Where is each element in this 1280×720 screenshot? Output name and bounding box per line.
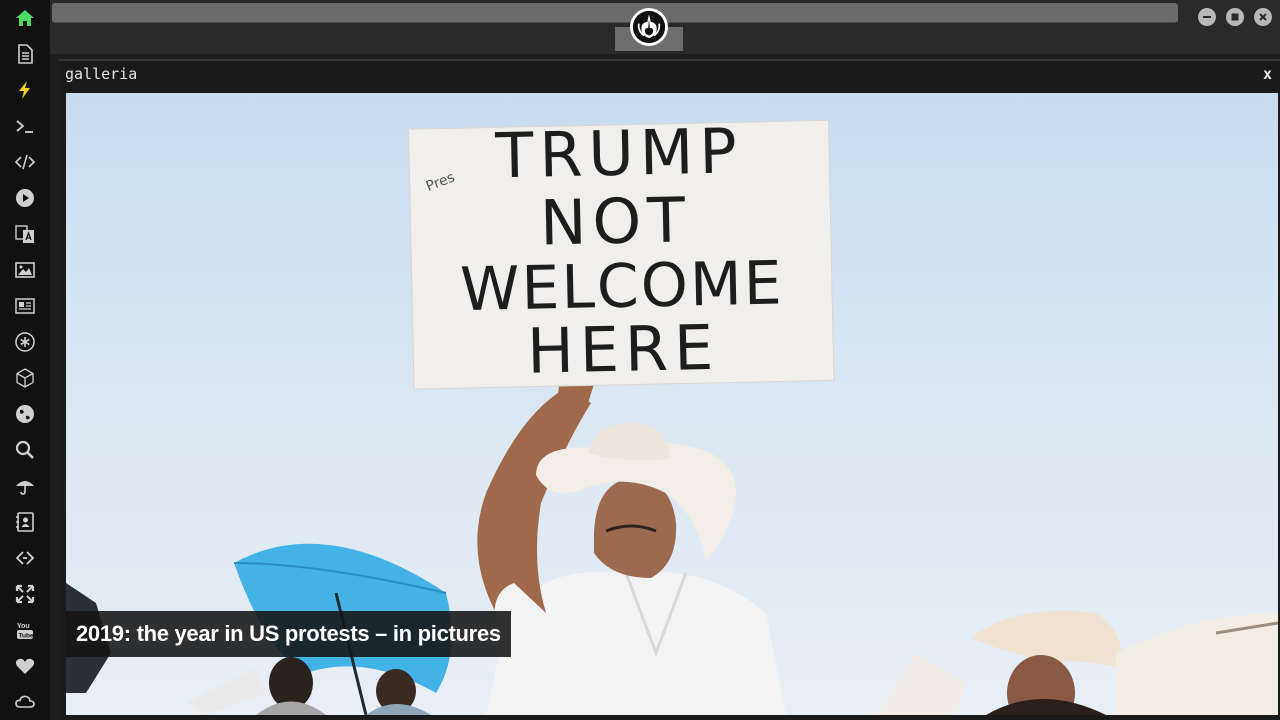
window-title: galleria [65, 65, 138, 83]
sidebar: You Tube [0, 0, 50, 720]
sign-line-4: HERE [526, 311, 720, 388]
expand-icon[interactable] [13, 582, 37, 606]
minimize-icon [1203, 16, 1211, 18]
panel-close-button[interactable]: x [1263, 65, 1272, 83]
asterisk-icon[interactable] [13, 330, 37, 354]
play-icon[interactable] [13, 186, 37, 210]
cloud-icon[interactable] [13, 690, 37, 714]
maximize-icon [1231, 13, 1239, 21]
close-icon [1259, 13, 1267, 21]
protest-sign: Pres TRUMP NOT WELCOME HERE [408, 114, 835, 390]
photo-caption: 2019: the year in US protests – in pictu… [66, 611, 511, 657]
youtube-icon[interactable]: You Tube [13, 618, 37, 642]
rebel-alliance-icon [632, 10, 666, 44]
newspaper-icon[interactable] [13, 294, 37, 318]
close-window-button[interactable] [1254, 8, 1272, 26]
globe-icon[interactable] [13, 402, 37, 426]
lightning-icon[interactable] [13, 78, 37, 102]
address-bar[interactable] [52, 3, 1178, 23]
search-icon[interactable] [13, 438, 37, 462]
document-icon[interactable] [13, 42, 37, 66]
gallery-window: galleria x Pres TRUMP NOT WELCOME HERE 2… [58, 59, 1280, 720]
umbrella-icon[interactable] [13, 474, 37, 498]
sign-line-2: NOT [539, 183, 692, 259]
rebel-alliance-logo[interactable] [630, 8, 668, 46]
code-fork-icon[interactable] [13, 546, 37, 570]
home-icon[interactable] [13, 6, 37, 30]
maximize-button[interactable] [1226, 8, 1244, 26]
image-icon[interactable] [13, 258, 37, 282]
sign-line-1: TRUMP [494, 114, 744, 192]
gallery-photo[interactable]: Pres TRUMP NOT WELCOME HERE 2019: the ye… [66, 93, 1278, 715]
contact-book-icon[interactable] [13, 510, 37, 534]
svg-text:You: You [17, 623, 30, 630]
cube-icon[interactable] [13, 366, 37, 390]
heart-icon[interactable] [13, 654, 37, 678]
svg-text:Tube: Tube [19, 633, 34, 640]
top-bar [50, 0, 1280, 54]
minimize-button[interactable] [1198, 8, 1216, 26]
code-icon[interactable] [13, 150, 37, 174]
terminal-icon[interactable] [13, 114, 37, 138]
translate-icon[interactable] [13, 222, 37, 246]
